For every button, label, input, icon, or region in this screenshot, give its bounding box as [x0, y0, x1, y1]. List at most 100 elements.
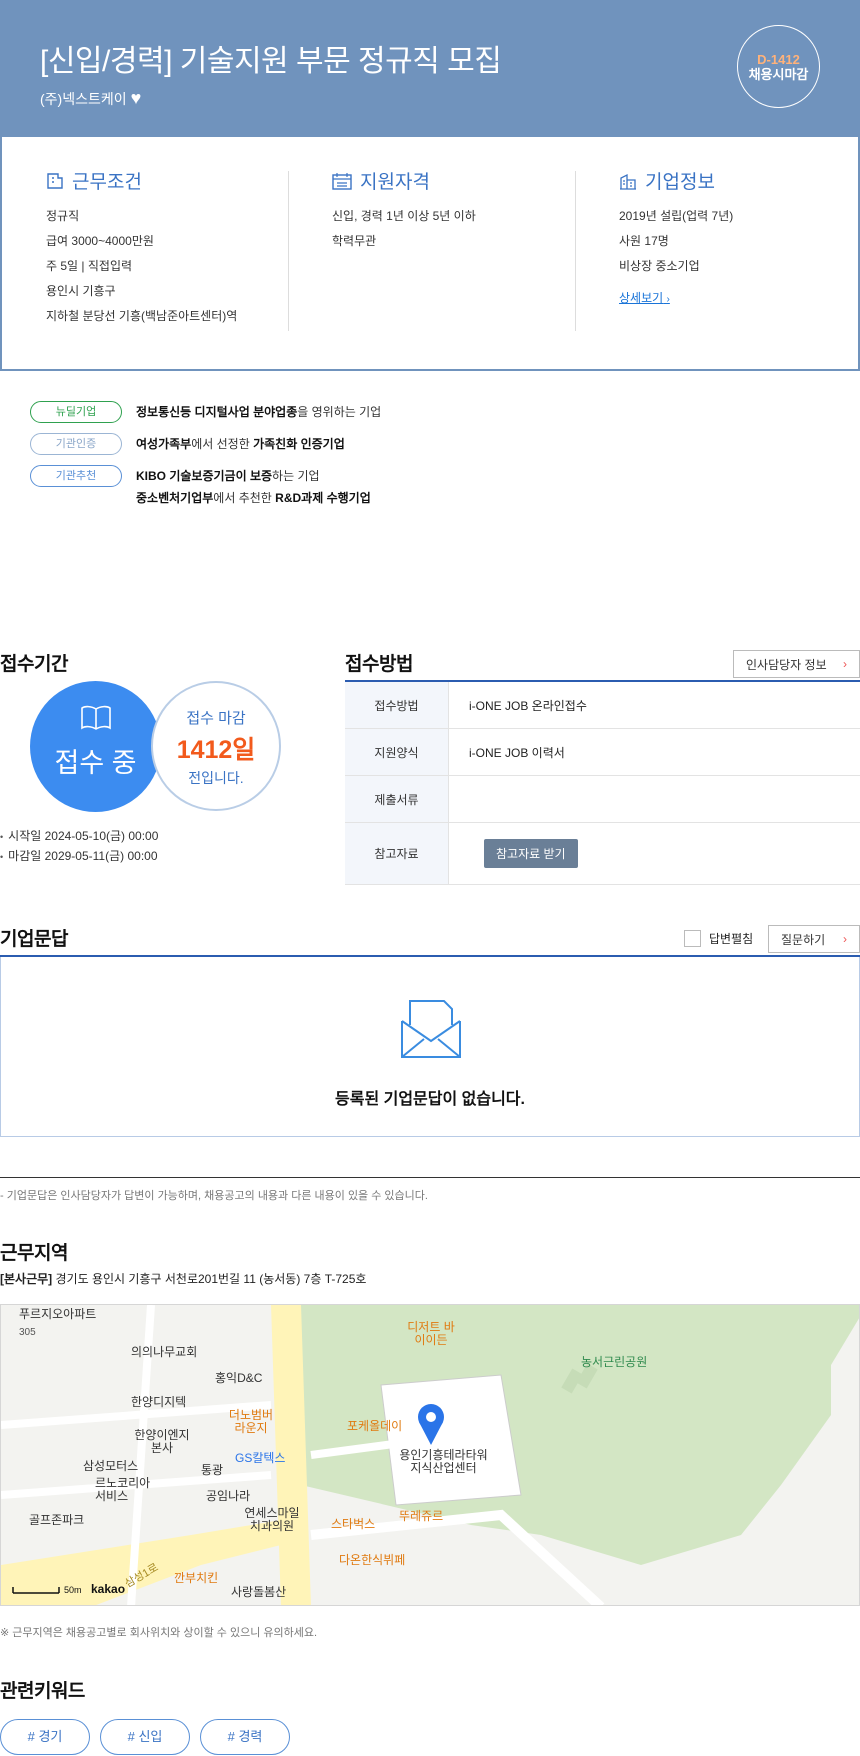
map-label: 더노범버 라운지 — [228, 1408, 274, 1435]
period-title: 접수기간 — [0, 654, 68, 675]
company-detail-link[interactable]: 상세보기 › — [619, 289, 670, 306]
condition-item: 급여 3000~4000만원 — [46, 234, 154, 248]
badge-description: 정보통신등 디지털사업 분야업종을 영위하는 기업 — [136, 401, 381, 423]
badge-row: 기관추천 KIBO 기술보증기금이 보증하는 기업 중소벤처기업부에서 추천한 … — [30, 465, 381, 509]
location-map[interactable]: 푸르지오아파트 305 의의나무교회 홍익D&C 한양디지텍 더노범버 라운지 … — [0, 1304, 860, 1606]
map-label: 르노코리아 서비스 — [95, 1476, 151, 1503]
badge-text-strong: 가족친화 인증기업 — [253, 437, 345, 451]
row-key: 접수방법 — [345, 682, 449, 728]
calendar-icon — [332, 172, 352, 190]
heart-icon[interactable]: ♥ — [131, 88, 142, 109]
map-label: 홍익D&C — [215, 1371, 263, 1385]
keyword-tag[interactable]: # 경기 — [0, 1719, 90, 1755]
badge-text-strong: R&D과제 수행기업 — [275, 491, 371, 505]
expand-checkbox[interactable] — [684, 930, 701, 947]
work-address: [본사근무] 경기도 용인시 기흥구 서천로201번길 11 (농서동) 7층 … — [0, 1270, 366, 1287]
remaining-bottom: 전입니다. — [188, 770, 244, 786]
map-logo: kakao — [91, 1582, 126, 1596]
divider — [575, 171, 576, 331]
badge-text: 하는 기업 — [272, 469, 320, 483]
keyword-tag[interactable]: # 신입 — [100, 1719, 190, 1755]
condition-item: 정규직 — [46, 209, 80, 223]
company-info-title: 기업정보 — [645, 172, 715, 193]
hr-info-button[interactable]: 인사담당자 정보 › — [733, 650, 860, 678]
map-scale: 50m — [64, 1585, 82, 1595]
badge-pill: 기관추천 — [30, 465, 122, 487]
row-key: 참고자료 — [345, 823, 449, 884]
qa-empty-box: 등록된 기업문답이 없습니다. — [0, 957, 860, 1137]
badge-text-strong: KIBO 기술보증기금이 보증 — [136, 469, 273, 483]
hr-info-label[interactable]: 인사담당자 정보 — [746, 656, 827, 673]
keyword-tag[interactable]: # 경력 — [200, 1719, 290, 1755]
map-label: 디저트 바이이든 — [407, 1320, 455, 1347]
ask-question-label[interactable]: 질문하기 — [781, 931, 825, 948]
map-label: 한양디지텍 — [131, 1395, 187, 1409]
map-label: 연세스마일 치과의원 — [244, 1506, 300, 1533]
map-label: 삼성모터스 — [83, 1459, 139, 1473]
deadline-type: 채용시마감 — [748, 67, 809, 82]
map-label: GS칼텍스 — [235, 1451, 286, 1465]
condition-item: 용인시 기흥구 — [46, 284, 116, 298]
map-label: 푸르지오아파트 — [19, 1307, 97, 1321]
end-date: 마감일 2029-05-11(금) 00:00 — [0, 847, 158, 867]
company-info: 기업정보 2019년 설립(업력 7년) 사원 17명 비상장 중소기업 상세보… — [619, 167, 733, 307]
company-name[interactable]: (주)넥스트케이 ♥ — [40, 88, 141, 109]
table-row: 참고자료 참고자료 받기 — [345, 823, 860, 885]
table-row: 접수방법 i-ONE JOB 온라인접수 — [345, 682, 860, 729]
application-method-table: 접수방법 i-ONE JOB 온라인접수 지원양식 i-ONE JOB 이력서 … — [345, 680, 860, 885]
expand-label[interactable]: 답변펼침 — [709, 930, 753, 947]
download-reference-button[interactable]: 참고자료 받기 — [484, 839, 578, 868]
table-row: 제출서류 — [345, 776, 860, 823]
job-title: [신입/경력] 기술지원 부문 정규직 모집 — [40, 45, 502, 78]
map-label: 의의나무교회 — [131, 1345, 198, 1359]
qa-empty-message: 등록된 기업문답이 없습니다. — [335, 1091, 525, 1108]
map-label: 포케올데이 — [347, 1419, 403, 1433]
location-note: ※ 근무지역은 채용공고별로 회사위치와 상이할 수 있으니 유의하세요. — [0, 1627, 318, 1639]
building-icon — [620, 173, 636, 190]
badge-description: KIBO 기술보증기금이 보증하는 기업 중소벤처기업부에서 추천한 R&D과제… — [136, 465, 371, 509]
chevron-right-icon[interactable]: › — [843, 657, 847, 671]
badge-text: 에서 추천한 — [213, 491, 276, 505]
ask-question-button[interactable]: 질문하기 › — [768, 925, 860, 953]
table-row: 지원양식 i-ONE JOB 이력서 — [345, 729, 860, 776]
expand-answers-toggle[interactable]: 답변펼침 — [684, 930, 753, 947]
company-info-item: 비상장 중소기업 — [619, 259, 700, 273]
badge-text-strong: 여성가족부 — [136, 437, 192, 451]
badge-text: 을 영위하는 기업 — [297, 405, 382, 419]
company-detail-label[interactable]: 상세보기 — [619, 291, 663, 305]
divider — [288, 171, 289, 331]
row-value: 참고자료 받기 — [449, 823, 860, 884]
book-icon — [81, 705, 111, 730]
divider — [0, 1177, 860, 1178]
address-tag: [본사근무] — [0, 1272, 53, 1286]
qa-title: 기업문답 — [0, 929, 68, 950]
work-conditions: 근무조건 정규직 급여 3000~4000만원 주 5일 | 직접입력 용인시 … — [46, 167, 237, 329]
condition-item: 지하철 분당선 기흥(백남준아트센터)역 — [46, 309, 238, 323]
map-label: 공임나라 — [206, 1489, 251, 1503]
chevron-right-icon[interactable]: › — [843, 932, 847, 946]
remaining-circle: 접수 마감 1412일 전입니다. — [151, 681, 281, 811]
work-conditions-title: 근무조건 — [72, 172, 142, 193]
map-label: 한양이엔지 본사 — [134, 1428, 190, 1455]
condition-item: 주 5일 | 직접입력 — [46, 259, 133, 273]
start-date: 시작일 2024-05-10(금) 00:00 — [0, 827, 158, 847]
badge-text-strong: 정보통신등 디지털사업 분야업종 — [136, 405, 298, 419]
qualification-item: 학력무관 — [332, 234, 377, 248]
qa-note: - 기업문답은 인사담당자가 답변이 가능하며, 채용공고의 내용과 다른 내용… — [0, 1190, 428, 1202]
row-value — [449, 776, 860, 822]
flag-icon — [47, 172, 63, 189]
job-header: [신입/경력] 기술지원 부문 정규직 모집 (주)넥스트케이 ♥ D-1412… — [0, 0, 860, 137]
map-label: 사랑돌봄산 — [231, 1585, 287, 1599]
dday-badge: D-1412 채용시마감 — [737, 25, 820, 108]
keywords-title: 관련키워드 — [0, 1681, 85, 1702]
qualification-item: 신입, 경력 1년 이상 5년 이하 — [332, 209, 476, 223]
map-label: 깐부치킨 — [174, 1571, 219, 1585]
badge-pill: 뉴딜기업 — [30, 401, 122, 423]
chevron-right-icon[interactable]: › — [667, 294, 670, 305]
badge-text-strong: 중소벤처기업부 — [136, 491, 214, 505]
company-name-text[interactable]: (주)넥스트케이 — [40, 89, 127, 109]
address-text: 경기도 용인시 기흥구 서천로201번길 11 (농서동) 7층 T-725호 — [55, 1272, 367, 1286]
badge-text: 에서 선정한 — [191, 437, 254, 451]
remaining-top: 접수 마감 — [186, 710, 246, 727]
company-info-item: 2019년 설립(업력 7년) — [619, 209, 734, 223]
